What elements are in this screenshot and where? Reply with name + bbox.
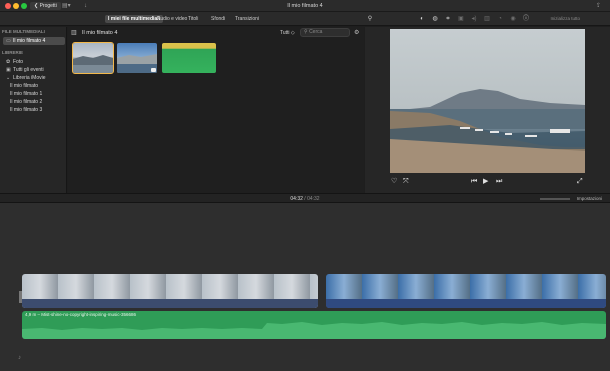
timecode: 04:32 / 04:32 [290,196,320,202]
sidebar-item-film-0[interactable]: Il mio filmato [7,82,65,90]
skip-forward-icon[interactable]: ⏭ [496,177,502,187]
color-correction-icon[interactable]: ◍ [431,15,439,23]
tab-backgrounds[interactable]: Sfondi [208,15,228,23]
info-icon[interactable]: ⓘ [522,15,530,23]
favorite-icon[interactable]: ♡ [391,177,397,187]
search-icon: ⚲ [304,29,308,35]
reject-icon[interactable]: ⤧ [403,177,409,187]
media-clip-1[interactable] [72,42,114,74]
sidebar-item-label: Foto [13,59,24,65]
color-balance-icon[interactable]: ◐ [418,15,426,23]
fullscreen-window-button[interactable] [21,3,27,9]
share-icon[interactable]: ⇪ [596,2,601,10]
stabilization-icon[interactable]: ▣ [457,15,465,23]
chevron-down-icon[interactable]: ⌄ [6,74,13,82]
sidebar-item-film-2[interactable]: Il mio filmato 2 [7,98,65,106]
media-browser: ▥ Il mio filmato 4 Tutti ◇ ⚲ Cerca ⚙ [68,27,364,193]
clip-thumbnail [73,55,113,73]
media-clip-2[interactable] [117,43,157,73]
import-icon[interactable]: ↓ [84,2,87,10]
video-clip-1[interactable] [22,274,318,308]
preview-frame [390,29,585,173]
media-clip-3[interactable] [162,43,216,73]
media-heading: FILE MULTIMEDIALI [2,29,45,34]
reset-all-button[interactable]: Inizializza tutto [550,15,580,23]
play-icon[interactable]: ▶ [483,177,488,187]
enhance-wand-icon[interactable]: ⚲ [366,15,374,23]
crop-icon[interactable]: ⌗ [444,15,452,23]
close-window-button[interactable] [5,3,11,9]
audio-meter-icon[interactable]: ♪ [18,355,21,361]
timeline: 4,9 m – Mist-shine-no-copyright-inspirin… [0,203,610,371]
volume-icon[interactable]: ◂) [470,15,478,23]
viewer: ♡ ⤧ ⏮ ▶ ⏭ ⤢ [365,27,610,193]
speed-icon[interactable]: ◔ [496,15,504,23]
tab-transitions[interactable]: Transizioni [232,15,262,23]
audio-clip-label: 4,9 m – Mist-shine-no-copyright-inspirin… [25,312,137,317]
sidebar-item-all-events[interactable]: ▣ Tutti gli eventi [3,66,65,74]
sidebar: FILE MULTIMEDIALI ▭ Il mio filmato 4 LIBR… [0,27,67,193]
minimize-window-button[interactable] [13,3,19,9]
video-clip-2[interactable] [326,274,606,308]
media-view-icon[interactable]: ▤▾ [62,2,71,10]
current-time: 04:32 [290,196,303,202]
sidebar-item-library[interactable]: ⌄ Libreria iMovie [3,74,65,82]
sidebar-item-photos[interactable]: ✿ Foto [3,58,65,66]
sidebar-item-label: Tutti gli eventi [13,67,44,73]
preview-image [390,89,585,173]
clip-filter-icon[interactable]: ◉ [509,15,517,23]
tab-titles[interactable]: Titoli [185,15,201,23]
projects-button[interactable]: ❮ Progetti [30,2,61,10]
skip-back-icon[interactable]: ⏮ [471,177,477,187]
sidebar-toggle-icon[interactable]: ▥ [71,29,77,37]
timeline-header: 04:32 / 04:32 Impostazioni [0,193,610,203]
zoom-slider[interactable] [540,198,570,200]
photos-icon: ✿ [6,59,11,65]
audio-waveform [22,322,606,339]
fullscreen-icon[interactable]: ⤢ [577,177,583,187]
sidebar-item-label: Libreria iMovie [13,75,46,81]
filter-select[interactable]: Tutti ◇ [280,29,295,37]
used-clip-badge [151,68,156,72]
browser-settings-icon[interactable]: ⚙ [354,29,359,37]
total-time: 04:32 [307,196,320,202]
film-icon: ▭ [6,38,11,44]
window-title: Il mio filmato 4 [287,3,323,9]
sidebar-item-film-1[interactable]: Il mio filmato 1 [7,90,65,98]
search-placeholder: Cerca [309,29,323,35]
sidebar-item-label: Il mio filmato 4 [13,38,46,44]
timeline-settings-button[interactable]: Impostazioni [577,195,602,203]
media-tabs-bar: I miei file multimediali Audio e video T… [0,12,610,26]
events-icon: ▣ [6,67,11,73]
audio-clip[interactable]: 4,9 m – Mist-shine-no-copyright-inspirin… [22,311,606,339]
noise-reduction-icon[interactable]: ▥ [483,15,491,23]
title-bar: ❮ Progetti ▤▾ ↓ Il mio filmato 4 ⇪ [0,0,610,12]
libraries-heading: LIBRERIE [2,50,24,55]
sidebar-item-film-3[interactable]: Il mio filmato 3 [7,106,65,114]
search-input[interactable]: ⚲ Cerca [300,28,350,37]
sidebar-item-project[interactable]: ▭ Il mio filmato 4 [3,37,65,45]
browser-title: Il mio filmato 4 [82,30,118,36]
